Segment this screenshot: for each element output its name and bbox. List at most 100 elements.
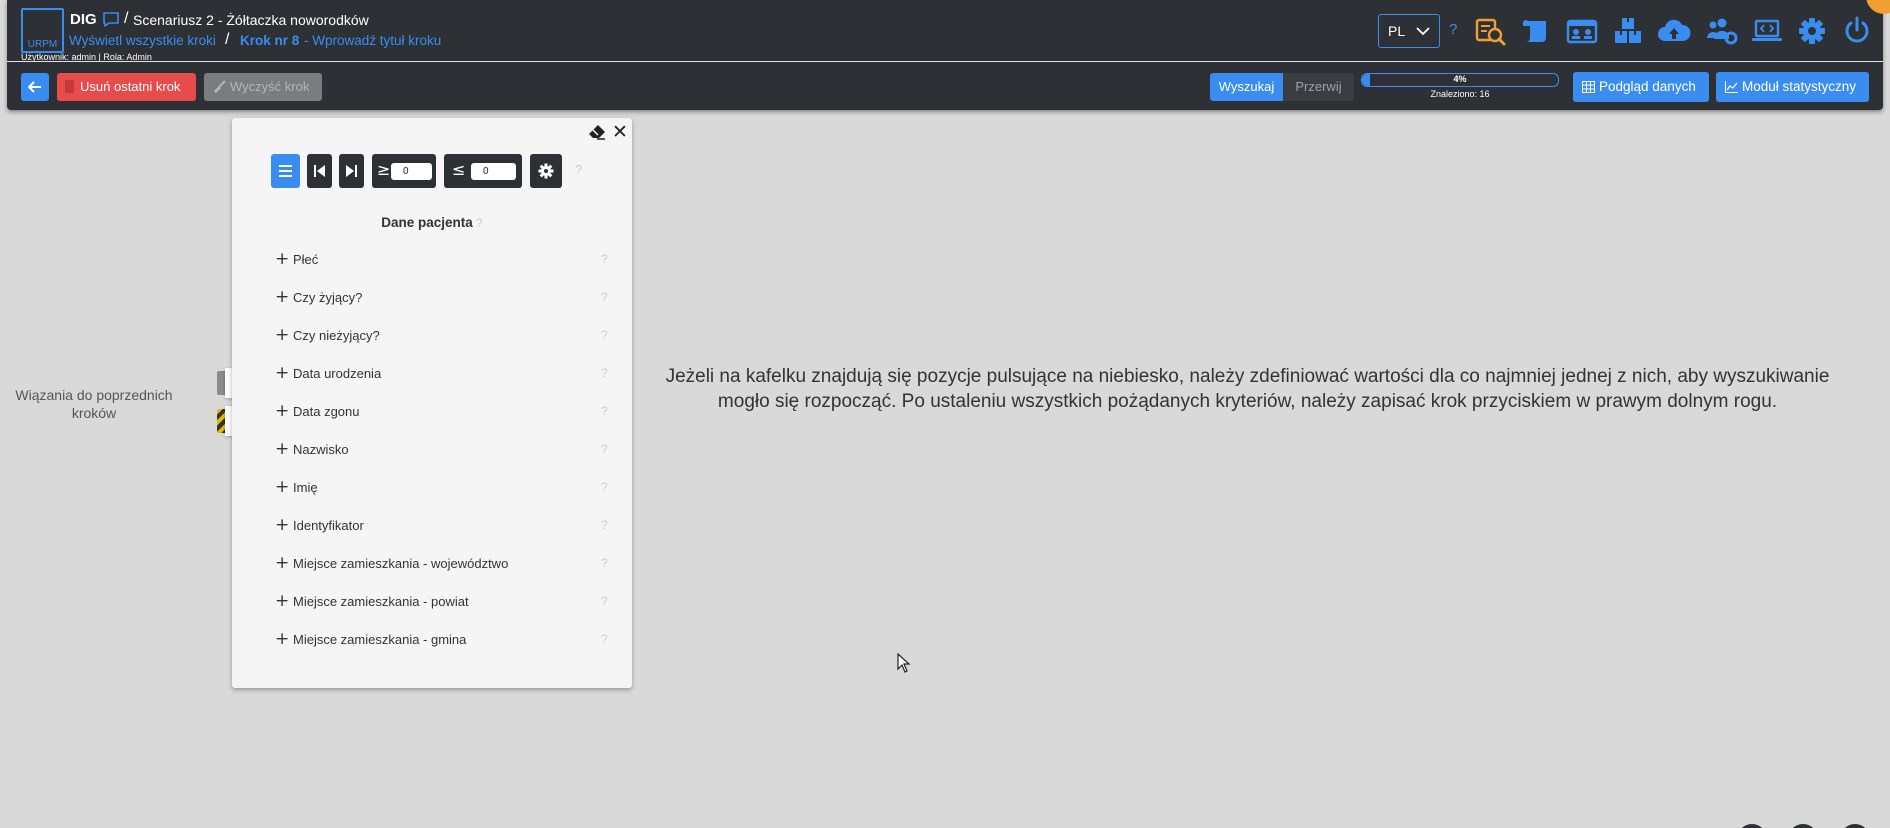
field-list: + Płeć? + Czy żyjący?? + Czy nieżyjący?? + D…: [232, 249, 632, 667]
plus-icon: +: [275, 249, 290, 269]
id-cards-icon[interactable]: [1565, 14, 1599, 48]
field-imie[interactable]: + Imię?: [232, 477, 632, 515]
field-help[interactable]: ?: [601, 518, 608, 532]
cloud-upload-icon[interactable]: [1657, 14, 1691, 48]
search-progress-bar: 4%: [1361, 73, 1559, 87]
first-button[interactable]: [307, 154, 332, 188]
top-header: URPM DIG / Scenariusz 2 - Żółtaczka nowo…: [7, 0, 1883, 110]
floating-button[interactable]: [1737, 824, 1767, 828]
field-nazwisko[interactable]: + Nazwisko?: [232, 439, 632, 477]
field-label: Miejsce zamieszkania - powiat: [293, 594, 469, 609]
panel-title: Dane pacjenta: [381, 215, 473, 230]
scenario-title: Scenariusz 2 - Żółtaczka noworodków: [133, 12, 369, 28]
field-label: Miejsce zamieszkania - województwo: [293, 556, 509, 571]
breadcrumb-separator: /: [225, 31, 230, 48]
back-button[interactable]: [21, 73, 49, 101]
floating-button[interactable]: [1788, 824, 1818, 828]
delete-last-step-label: Usuń ostatni krok: [80, 79, 181, 94]
gear-icon[interactable]: [1795, 14, 1829, 48]
field-help[interactable]: ?: [601, 632, 608, 646]
gte-symbol: ≥: [377, 160, 391, 179]
field-label: Data zgonu: [293, 404, 360, 419]
plus-icon: +: [275, 439, 290, 459]
lte-input[interactable]: [471, 163, 516, 180]
step-number: Krok nr 8: [240, 33, 300, 48]
plus-icon: +: [275, 629, 290, 649]
app-name: DIG: [70, 11, 97, 28]
plus-icon: +: [275, 401, 290, 421]
field-data-zgonu[interactable]: + Data zgonu?: [232, 401, 632, 439]
bindings-label: Wiązania do poprzednich kroków: [15, 387, 173, 421]
field-label: Czy nieżyjący?: [293, 328, 380, 343]
floating-button[interactable]: [1840, 824, 1870, 828]
lte-symbol: ≤: [452, 160, 466, 179]
language-select[interactable]: PL: [1378, 14, 1440, 48]
logo-text: URPM: [27, 39, 58, 50]
field-gmina[interactable]: + Miejsce zamieszkania - gmina?: [232, 629, 632, 667]
plus-icon: +: [275, 477, 290, 497]
field-help[interactable]: ?: [601, 252, 608, 266]
field-help[interactable]: ?: [601, 290, 608, 304]
field-data-urodzenia[interactable]: + Data urodzenia?: [232, 363, 632, 401]
mouse-cursor-icon: [897, 653, 911, 673]
plus-icon: +: [275, 287, 290, 307]
trash-icon: [65, 80, 74, 93]
arrow-left-icon: [28, 81, 41, 93]
panel-title-help[interactable]: ?: [476, 216, 483, 230]
broom-icon: [214, 80, 226, 93]
clear-step-button[interactable]: Wyczyść krok: [204, 73, 322, 101]
scroll-icon[interactable]: [1519, 14, 1553, 48]
delete-last-step-button[interactable]: Usuń ostatni krok: [57, 73, 196, 101]
users-cog-icon[interactable]: [1704, 14, 1738, 48]
search-report-icon[interactable]: [1473, 14, 1507, 48]
field-help[interactable]: ?: [601, 404, 608, 418]
header-divider: [7, 61, 1883, 62]
toolbar-help[interactable]: ?: [575, 162, 582, 177]
plus-icon: +: [275, 515, 290, 535]
field-czy-zyjacy[interactable]: + Czy żyjący??: [232, 287, 632, 325]
power-icon[interactable]: [1840, 14, 1874, 48]
plus-icon: +: [275, 363, 290, 383]
search-button[interactable]: Wyszukaj: [1210, 73, 1283, 101]
field-label: Nazwisko: [293, 442, 349, 457]
field-help[interactable]: ?: [601, 442, 608, 456]
gear-icon: [538, 163, 554, 179]
data-preview-button[interactable]: Podgląd danych: [1573, 72, 1709, 102]
list-view-button[interactable]: [271, 154, 300, 188]
field-help[interactable]: ?: [601, 366, 608, 380]
field-help[interactable]: ?: [601, 328, 608, 342]
field-label: Identyfikator: [293, 518, 364, 533]
field-identyfikator[interactable]: + Identyfikator?: [232, 515, 632, 553]
stats-module-button[interactable]: Moduł statystyczny: [1716, 72, 1869, 102]
last-button[interactable]: [339, 154, 364, 188]
skip-first-icon: [314, 165, 325, 177]
stop-button[interactable]: Przerwij: [1283, 73, 1354, 101]
plus-icon: +: [275, 325, 290, 345]
chevron-down-icon: [1416, 27, 1430, 36]
gte-input[interactable]: [391, 163, 432, 180]
field-label: Imię: [293, 480, 318, 495]
close-icon[interactable]: ✕: [612, 121, 628, 143]
skip-last-icon: [346, 165, 357, 177]
field-help[interactable]: ?: [601, 556, 608, 570]
all-steps-link[interactable]: Wyświetl wszystkie kroki: [69, 33, 216, 48]
found-count: Znaleziono: 16: [1430, 89, 1490, 99]
boxes-icon[interactable]: [1611, 14, 1645, 48]
eraser-icon[interactable]: [588, 124, 606, 140]
comment-icon[interactable]: [102, 11, 120, 28]
panel-settings-button[interactable]: [530, 154, 562, 188]
lte-filter: ≤: [444, 154, 522, 188]
field-wojewodztwo[interactable]: + Miejsce zamieszkania - województwo?: [232, 553, 632, 591]
urpm-logo: URPM: [21, 8, 64, 53]
patient-data-panel: ✕ ≥ ≤ ? Dane pacjenta ? +Płeć? +Czy żyją…: [232, 118, 632, 688]
field-czy-niezyjacy[interactable]: + Czy nieżyjący??: [232, 325, 632, 363]
field-help[interactable]: ?: [601, 480, 608, 494]
field-plec[interactable]: + Płeć?: [232, 249, 632, 287]
field-powiat[interactable]: + Miejsce zamieszkania - powiat?: [232, 591, 632, 629]
clear-step-label: Wyczyść krok: [230, 79, 310, 94]
field-help[interactable]: ?: [601, 594, 608, 608]
laptop-code-icon[interactable]: [1750, 14, 1784, 48]
step-title-link[interactable]: - Wprowadź tytuł kroku: [304, 33, 441, 48]
help-button[interactable]: ?: [1449, 21, 1457, 38]
chart-icon: [1725, 81, 1738, 93]
